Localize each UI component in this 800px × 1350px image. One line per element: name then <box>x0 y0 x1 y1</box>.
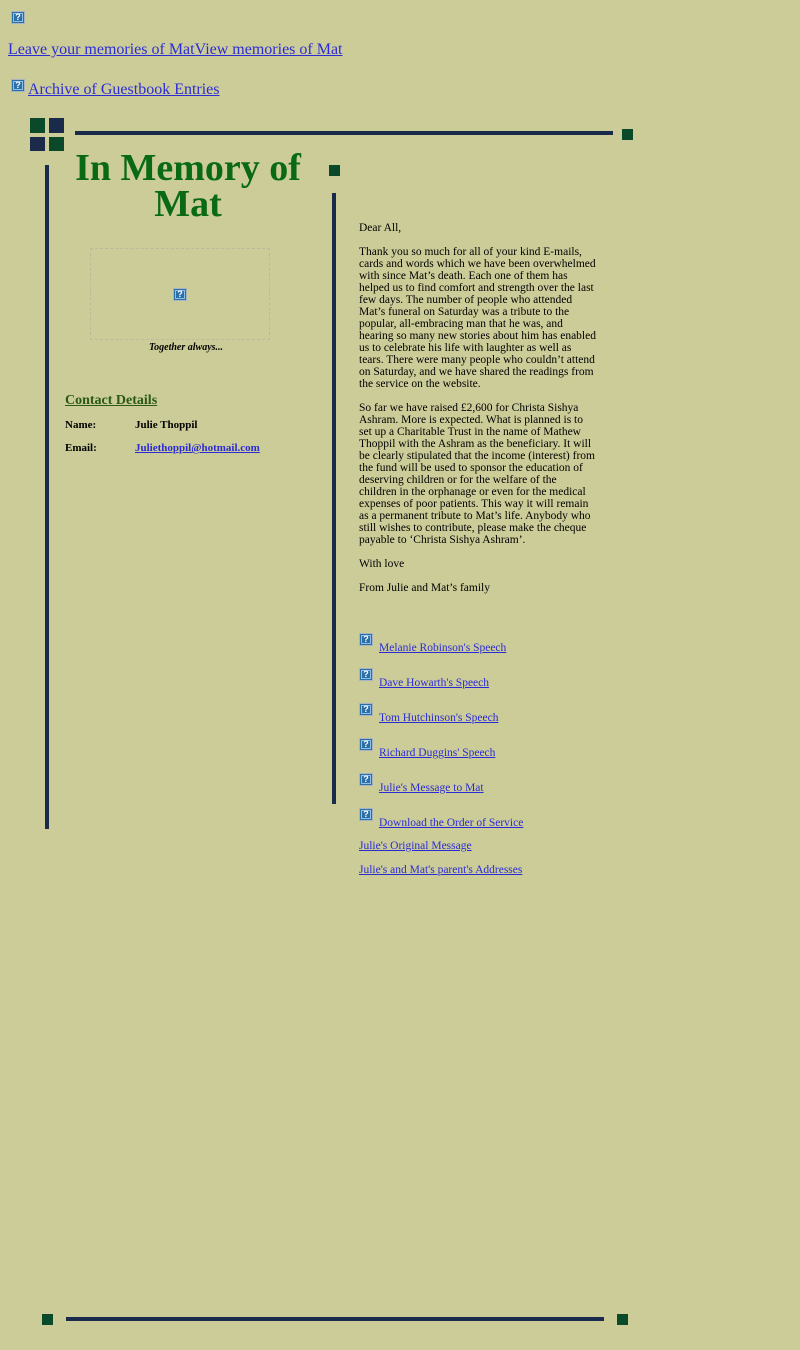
document-icon: ? <box>359 703 373 716</box>
memorial-photo: ? <box>90 248 270 340</box>
left-vertical-line <box>45 165 49 829</box>
decor-square <box>30 118 45 133</box>
top-divider-line <box>75 131 613 135</box>
name-label: Name: <box>65 419 97 431</box>
document-link-row: ? Download the Order of Service <box>359 808 523 829</box>
letter-paragraph: Thank you so much for all of your kind E… <box>359 246 596 390</box>
leave-memories-link[interactable]: Leave your memories of MatView memories … <box>8 41 343 59</box>
speech-link-dave[interactable]: Dave Howarth's Speech <box>379 677 489 689</box>
email-label: Email: <box>65 442 97 454</box>
decor-square <box>30 137 45 151</box>
document-link-row: ? Julie's Message to Mat <box>359 773 484 794</box>
document-link-row: ? Melanie Robinson's Speech <box>359 633 506 654</box>
document-icon: ? <box>359 738 373 751</box>
document-icon: ? <box>359 668 373 681</box>
broken-image-icon: ? <box>11 79 25 92</box>
original-message-link[interactable]: Julie's Original Message <box>359 840 472 852</box>
guestbook-archive-link[interactable]: Archive of Guestbook Entries <box>28 81 220 99</box>
broken-image-icon: ? <box>11 11 25 24</box>
bottom-divider-line <box>66 1317 604 1321</box>
broken-image-icon: ? <box>173 288 187 301</box>
decor-square <box>622 129 633 140</box>
message-to-mat-link[interactable]: Julie's Message to Mat <box>379 782 484 794</box>
speech-link-tom[interactable]: Tom Hutchinson's Speech <box>379 712 498 724</box>
document-link-row: ? Dave Howarth's Speech <box>359 668 489 689</box>
letter-greeting: Dear All, <box>359 222 402 234</box>
speech-link-melanie[interactable]: Melanie Robinson's Speech <box>379 642 506 654</box>
letter-closing: With love <box>359 558 405 570</box>
document-icon: ? <box>359 773 373 786</box>
page-title: In Memory of Mat <box>75 147 301 225</box>
center-vertical-line <box>332 193 336 804</box>
email-link[interactable]: Juliethoppil@hotmail.com <box>135 442 260 454</box>
contact-heading: Contact Details <box>65 393 158 408</box>
family-letter: Dear All, Thank you so much for all of y… <box>359 222 597 606</box>
photo-caption: Together always... <box>148 342 224 353</box>
letter-paragraph: So far we have raised £2,600 for Christa… <box>359 402 595 546</box>
document-link-row: ? Richard Duggins' Speech <box>359 738 495 759</box>
document-icon: ? <box>359 808 373 821</box>
name-value: Julie Thoppil <box>135 419 198 431</box>
letter-signature: From Julie and Mat’s family <box>359 582 490 594</box>
decor-square <box>617 1314 628 1325</box>
addresses-link[interactable]: Julie's and Mat's parent's Addresses <box>359 864 522 876</box>
speech-link-richard[interactable]: Richard Duggins' Speech <box>379 747 495 759</box>
decor-square <box>49 137 64 151</box>
document-icon: ? <box>359 633 373 646</box>
decor-square <box>49 118 64 133</box>
decor-square <box>42 1314 53 1325</box>
decor-square <box>329 165 340 176</box>
document-link-row: ? Tom Hutchinson's Speech <box>359 703 498 724</box>
order-of-service-link[interactable]: Download the Order of Service <box>379 817 523 829</box>
